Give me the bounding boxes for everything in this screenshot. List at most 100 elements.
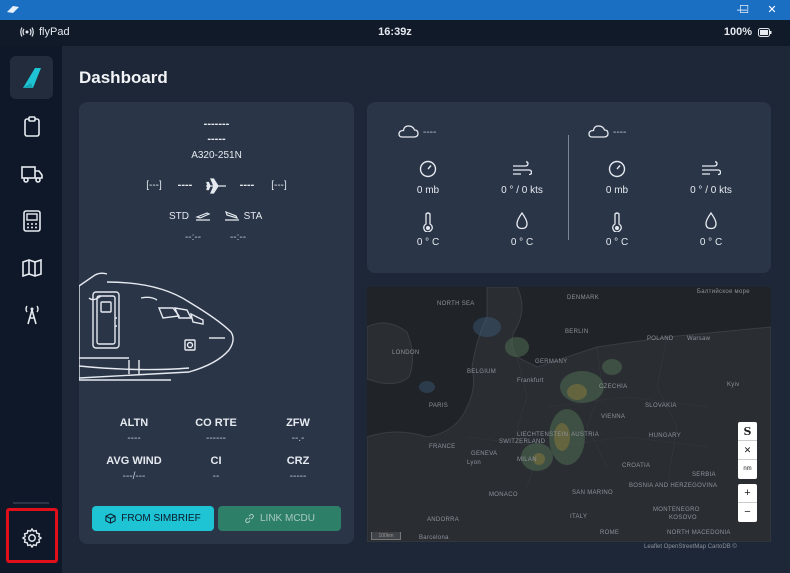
map-label: MONTENEGRO	[653, 507, 700, 513]
map-label: ITALY	[570, 514, 588, 520]
map-label: SAN MARINO	[572, 490, 614, 496]
crz-label: CRZ	[286, 455, 310, 467]
map-label: Lyon	[467, 460, 481, 466]
app-icon	[7, 6, 19, 13]
corte-value: ------	[206, 433, 226, 444]
std-label: STD	[169, 211, 189, 222]
altn-label: ALTN	[119, 417, 149, 429]
zoom-out-button[interactable]: −	[738, 503, 757, 522]
ci-value: --	[212, 471, 220, 482]
from-simbrief-label: FROM SIMBRIEF	[121, 513, 201, 524]
departure-icon	[195, 212, 211, 221]
weather-right-dewpoint: 0 ° C	[699, 237, 723, 248]
weather-right-wind: 0 ° / 0 kts	[690, 185, 732, 196]
map-label: POLAND	[647, 336, 674, 342]
clock: 16:39z	[378, 26, 412, 38]
link-mcdu-label: LINK MCDU	[259, 513, 315, 524]
clear-overlay-button[interactable]: ✕	[738, 441, 757, 460]
aircraft-nose-illustration	[79, 272, 234, 381]
corte-label: CO RTE	[195, 417, 237, 429]
map-label: BERLIN	[565, 329, 589, 335]
map-label: NORTH SEA	[437, 301, 475, 307]
map-label: Barcelona	[419, 535, 449, 541]
weather-right-temp: 0 ° C	[605, 237, 629, 248]
truck-icon	[20, 165, 43, 183]
zfw-label: ZFW	[286, 417, 310, 429]
map-label: BOSNIA AND HERZEGOVINA	[629, 483, 718, 489]
map-label: SWITZERLAND	[499, 439, 546, 445]
map-label: VIENNA	[601, 414, 626, 420]
map-label: MILAN	[517, 457, 537, 463]
page-title: Dashboard	[79, 68, 168, 87]
flight-number: -------	[203, 118, 230, 130]
avgwind-label: AVG WIND	[106, 455, 162, 467]
wind-icon	[513, 161, 532, 176]
arrival-icon	[225, 210, 239, 221]
link-icon	[245, 513, 254, 524]
destination-airport: [---]	[271, 180, 287, 191]
link-mcdu-button[interactable]: LINK MCDU	[218, 506, 341, 531]
map-label: SLOVAKIA	[645, 403, 677, 409]
map-zoom-controls: + −	[738, 484, 757, 522]
sidebar-item-ground[interactable]	[10, 152, 53, 195]
gauge-icon	[419, 160, 437, 178]
calculator-icon	[22, 209, 41, 232]
map-label: SERBIA	[692, 472, 716, 478]
crz-value: -----	[289, 471, 307, 482]
clipboard-icon	[23, 115, 40, 137]
weather-left-icao: ----	[423, 127, 437, 138]
from-simbrief-button[interactable]: FROM SIMBRIEF	[92, 506, 214, 531]
map-label: BELGIUM	[467, 369, 497, 375]
map-mode-controls: S ✕ nm	[738, 422, 757, 479]
battery-percent: 100%	[723, 26, 752, 38]
settings-highlight-box	[6, 508, 58, 563]
radio-tower-icon	[24, 305, 39, 324]
cloud-icon	[588, 125, 609, 138]
wind-icon	[702, 161, 721, 176]
zfw-value: --.-	[291, 433, 305, 444]
sidebar-item-dashboard[interactable]	[10, 56, 53, 99]
map-label: GENEVA	[471, 451, 498, 457]
gauge-icon	[608, 160, 626, 178]
weather-divider	[568, 135, 569, 240]
cube-icon	[105, 513, 116, 524]
droplet-icon	[705, 212, 717, 230]
simbrief-overlay-button[interactable]: S	[738, 422, 757, 441]
sidebar-item-dispatch[interactable]	[10, 105, 53, 148]
altn-value: ----	[127, 433, 141, 444]
maximize-button[interactable]: ☐	[730, 0, 758, 20]
map-label: KOSOVO	[669, 515, 697, 521]
battery-status: 100%	[724, 26, 772, 38]
map-attribution[interactable]: Leaflet OpenStreetMap CartoDB ©	[644, 544, 737, 550]
origin-airport: [---]	[146, 180, 162, 191]
weather-right-pressure: 0 mb	[605, 185, 629, 196]
map-label: FRANCE	[429, 444, 456, 450]
weather-left-dewpoint: 0 ° C	[510, 237, 534, 248]
sidebar-item-navigation[interactable]	[10, 246, 53, 289]
map-label: Frankfurt	[517, 378, 544, 384]
aircraft-type: A320-251N	[191, 150, 242, 161]
zoom-in-button[interactable]: +	[738, 484, 757, 503]
units-button[interactable]: nm	[738, 460, 757, 479]
sidebar-item-atc[interactable]	[10, 293, 53, 336]
avgwind-value: ---/---	[122, 471, 146, 482]
sidebar-item-performance[interactable]	[10, 199, 53, 242]
map-label: LONDON	[392, 350, 420, 356]
weather-map[interactable]: NORTH SEA DENMARK Балтийское море LONDON…	[367, 287, 771, 542]
map-label: ANDORRA	[427, 517, 460, 523]
map-label: LIECHTENSTEIN	[517, 432, 569, 438]
plane-tail-icon	[22, 67, 41, 88]
map-icon	[21, 258, 42, 277]
registration: -----	[207, 133, 226, 145]
close-window-button[interactable]: ✕	[758, 0, 786, 20]
window-title-bar: — ☐ ✕	[0, 0, 790, 20]
sta-value: --:--	[229, 232, 247, 243]
map-label: GERMANY	[535, 359, 568, 365]
std-value: --:--	[184, 232, 202, 243]
thermometer-icon	[612, 212, 622, 232]
map-label: MONACO	[489, 492, 518, 498]
status-bar: flyPad 16:39z 100%	[0, 20, 790, 46]
map-label: AUSTRIA	[571, 432, 600, 438]
map-scale: 100km	[371, 532, 401, 540]
origin-dash: ----	[177, 179, 193, 191]
